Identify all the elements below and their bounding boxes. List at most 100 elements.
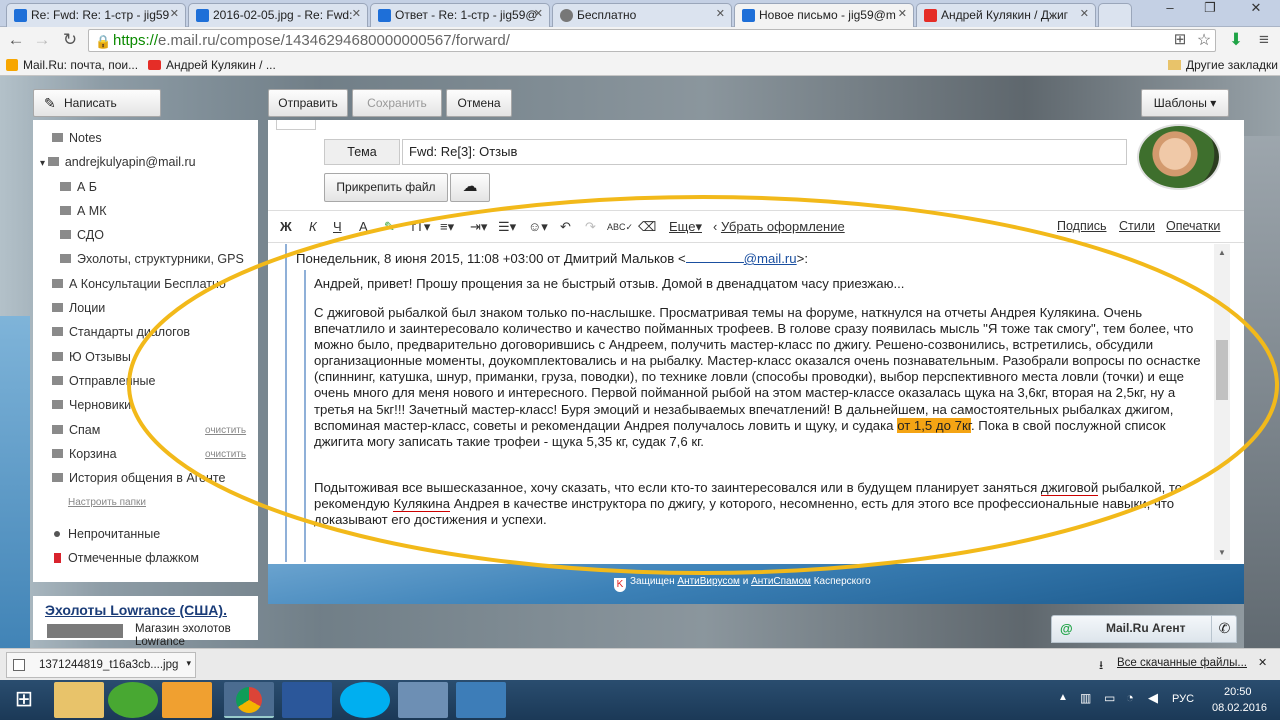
tab-2[interactable]: 2016-02-05.jpg - Re: Fwd: ✕ — [188, 3, 368, 27]
sidebar-item[interactable]: А Консультации Бесплатно — [52, 277, 226, 291]
sidebar-item[interactable]: История общения в Агенте — [52, 471, 225, 485]
redo-icon[interactable]: ↷ — [585, 219, 596, 235]
sidebar-item[interactable]: Отправленные — [52, 374, 155, 388]
scroll-up-icon[interactable]: ▲ — [1218, 248, 1226, 257]
sidebar-item[interactable]: Стандарты диалогов — [52, 325, 190, 339]
scroll-down-icon[interactable]: ▼ — [1218, 548, 1226, 557]
picture-viewer-icon[interactable] — [456, 682, 506, 718]
send-button[interactable]: Отправить — [268, 89, 348, 117]
clock-date[interactable]: 08.02.2016 — [1212, 702, 1267, 714]
skype-icon[interactable] — [340, 682, 390, 718]
bold-button[interactable]: Ж — [280, 219, 292, 234]
clock-time[interactable]: 20:50 — [1224, 686, 1252, 698]
align-icon[interactable]: ≡▾ — [440, 219, 454, 235]
remove-format-button[interactable]: ‹ Убрать оформление — [713, 219, 845, 234]
save-button[interactable]: Сохранить — [352, 89, 442, 117]
icq-icon[interactable] — [108, 682, 158, 718]
underline-button[interactable]: Ч — [333, 219, 342, 234]
sidebar-item[interactable]: А Б — [60, 180, 97, 194]
maximize-icon[interactable]: ❐ — [1190, 0, 1230, 20]
paint-icon[interactable] — [162, 682, 212, 718]
minimize-icon[interactable]: – — [1150, 0, 1190, 20]
start-button[interactable]: ⊞ — [0, 680, 48, 720]
sidebar-item[interactable]: Эхолоты, структурники, GPS — [60, 252, 244, 266]
tray-arrow-icon[interactable]: ▲ — [1058, 692, 1068, 703]
chrome-icon[interactable] — [224, 682, 274, 718]
download-item[interactable]: 1371244819_t16a3cb....jpg ▾ — [6, 652, 196, 678]
indent-icon[interactable]: ⇥▾ — [470, 219, 487, 235]
cancel-button[interactable]: Отмена — [446, 89, 512, 117]
subject-input[interactable]: Fwd: Re[3]: Отзыв — [402, 139, 1127, 165]
cloud-attach-button[interactable]: ☁ — [450, 173, 490, 202]
clear-folder-link[interactable]: очистить — [205, 449, 246, 460]
write-letter-button[interactable]: ✎ Написать письмо — [33, 89, 161, 136]
new-tab-button[interactable] — [1098, 3, 1132, 27]
tab-active-compose[interactable]: Новое письмо - jig59@m ✕ — [734, 3, 914, 28]
font-size-icon[interactable]: тT▾ — [410, 219, 430, 235]
bookmark-star-icon[interactable]: ☆ — [1194, 30, 1214, 50]
network-icon[interactable]: ▥ — [1080, 691, 1091, 705]
ad-block[interactable]: Эхолоты Lowrance (США). Магазин эхолотов… — [33, 596, 258, 648]
sidebar-item[interactable]: Корзина — [52, 447, 117, 461]
tab-6[interactable]: Андрей Кулякин / Джиг ✕ — [916, 3, 1096, 27]
forward-arrow-icon[interactable]: → — [32, 30, 52, 50]
close-window-icon[interactable]: ✕ — [1232, 0, 1280, 20]
reload-icon[interactable]: ↻ — [60, 30, 80, 50]
close-icon[interactable]: ✕ — [716, 7, 725, 20]
language-indicator[interactable]: РУС — [1172, 693, 1194, 705]
bookmark-youtube[interactable]: Андрей Кулякин / ... — [148, 58, 276, 72]
all-downloads-link[interactable]: Все скачанные файлы... — [1117, 657, 1247, 669]
extension-icon[interactable]: ⬇ — [1226, 30, 1246, 50]
sidebar-item[interactable]: СДО — [60, 228, 104, 242]
more-button[interactable]: Еще▾ — [669, 219, 702, 235]
spellcheck-icon[interactable]: ABC✓ — [607, 222, 633, 233]
avatar[interactable] — [1137, 124, 1221, 190]
antispam-link[interactable]: АнтиСпамом — [751, 576, 811, 587]
scroll-thumb[interactable] — [1216, 340, 1228, 400]
menu-icon[interactable]: ≡ — [1254, 30, 1274, 50]
quote-email[interactable]: @mail.ru — [744, 251, 797, 266]
media-player-icon[interactable] — [398, 682, 448, 718]
mail-agent-bar[interactable]: @ Mail.Ru Агент — [1051, 615, 1237, 643]
sidebar-item[interactable]: А МК — [60, 204, 107, 218]
explorer-icon[interactable] — [54, 682, 104, 718]
emoji-icon[interactable]: ☺▾ — [528, 219, 548, 235]
sidebar-item[interactable]: Черновики — [52, 398, 131, 412]
tab-3[interactable]: Ответ - Re: 1-стр - jig59@ ✕ — [370, 3, 550, 27]
sidebar-item[interactable]: ▾ andrejkulyapin@mail.ru — [40, 155, 196, 169]
styles-link[interactable]: Стили — [1119, 219, 1155, 233]
close-icon[interactable]: ✕ — [534, 7, 543, 20]
tab-1[interactable]: Re: Fwd: Re: 1-стр - jig59 ✕ — [6, 3, 186, 27]
battery-icon[interactable]: ▭ — [1104, 691, 1115, 705]
undo-icon[interactable]: ↶ — [560, 219, 571, 235]
tab-4[interactable]: Бесплатно ✕ — [552, 3, 732, 27]
chevron-down-icon[interactable]: ▾ — [186, 658, 191, 669]
antivirus-link[interactable]: АнтиВирусом — [677, 576, 740, 587]
filter-flagged[interactable]: Отмеченные флажком — [54, 551, 199, 565]
wifi-icon[interactable]: ◔ — [1126, 690, 1134, 705]
close-icon[interactable]: ✕ — [352, 7, 361, 20]
ad-title[interactable]: Эхолоты Lowrance (США). — [45, 602, 227, 618]
highlight-icon[interactable]: ✎ — [384, 219, 395, 235]
clear-folder-link[interactable]: очистить — [205, 425, 246, 436]
text-color-icon[interactable]: A — [359, 219, 368, 234]
close-icon[interactable]: ✕ — [1080, 7, 1089, 20]
word-icon[interactable] — [282, 682, 332, 718]
settings-folders-link[interactable]: Настроить папки — [68, 497, 146, 508]
sidebar-item[interactable]: Ю Отзывы — [52, 350, 131, 364]
templates-button[interactable]: Шаблоны ▾ — [1141, 89, 1229, 117]
sidebar-item[interactable]: Notes — [52, 131, 102, 145]
other-bookmarks[interactable]: Другие закладки — [1168, 58, 1278, 72]
typos-link[interactable]: Опечатки — [1166, 219, 1220, 233]
back-arrow-icon[interactable]: ← — [6, 30, 26, 50]
sidebar-item[interactable]: Лоции — [52, 301, 105, 315]
translate-icon[interactable]: ⊞ — [1170, 30, 1190, 48]
italic-button[interactable]: К — [309, 219, 317, 234]
expand-triangle-icon[interactable]: ▾ — [40, 158, 48, 169]
editor-scrollbar[interactable]: ▲ ▼ — [1214, 244, 1230, 560]
signature-link[interactable]: Подпись — [1057, 219, 1106, 233]
list-icon[interactable]: ☰▾ — [498, 219, 516, 235]
bookmark-mailru[interactable]: Mail.Ru: почта, пои... — [6, 58, 138, 72]
volume-icon[interactable]: ◀ — [1148, 690, 1158, 706]
close-icon[interactable]: ✕ — [1258, 656, 1267, 669]
